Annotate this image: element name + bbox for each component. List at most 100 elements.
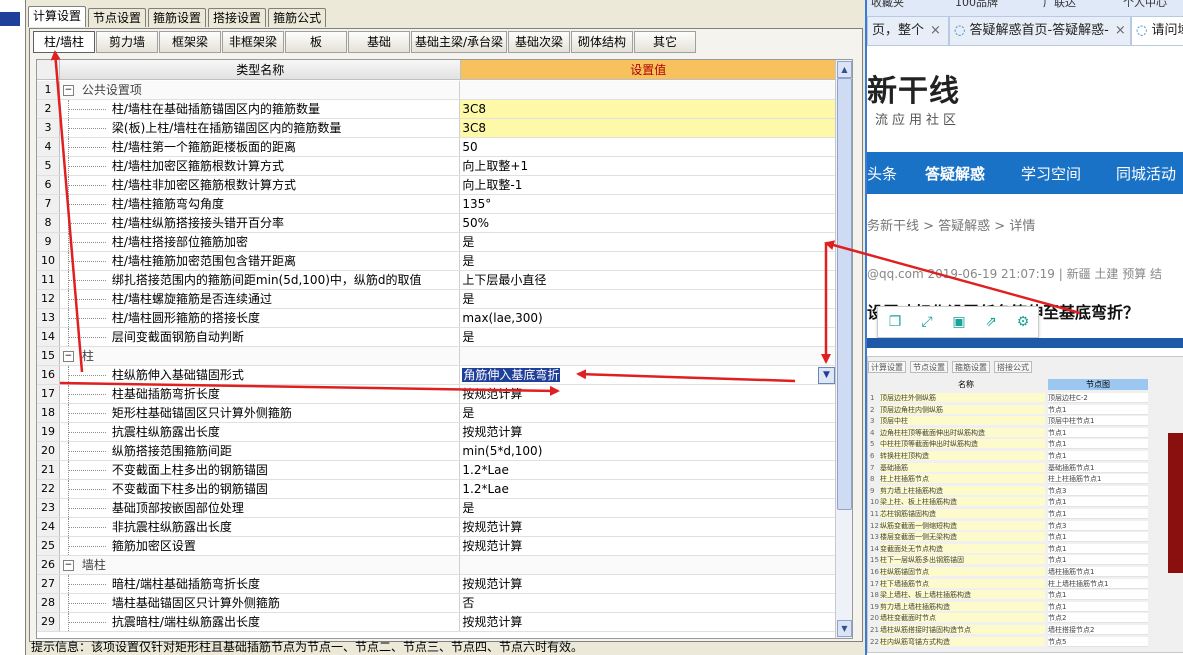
setting-value-cell[interactable]: 按规范计算 [460,423,835,441]
table-row[interactable]: 29 抗震暗柱/端柱纵筋露出长度 按规范计算 [37,613,835,632]
nav-item[interactable]: 头条 [867,163,897,184]
top-tab[interactable]: 节点设置 [88,8,147,27]
top-tab[interactable]: 搭接设置 [208,8,267,27]
bookmark-item[interactable]: 个人中心 [1123,0,1167,10]
collapse-icon[interactable]: − [62,351,74,362]
table-row[interactable]: 25 箍筋加密区设置 按规范计算 [37,537,835,556]
table-row[interactable]: 13 柱/墙柱圆形箍筋的搭接长度 max(lae,300) [37,309,835,328]
grid-scrollbar[interactable]: ▲ ▼ [835,60,852,638]
share-icon[interactable]: ⇗ [982,313,1000,331]
browser-tab-active[interactable]: ◌ 请问域 [1131,16,1183,46]
copy-icon[interactable]: ❐ [886,313,904,331]
setting-value-cell[interactable]: 向上取整-1 [460,176,835,194]
setting-value-cell[interactable]: 角筋伸入基底弯折 ▼ [460,366,835,384]
table-row[interactable]: 8 柱/墙柱纵筋搭接接头错开百分率 50% [37,214,835,233]
sub-tab[interactable]: 基础主梁/承台梁 [411,31,507,53]
table-row[interactable]: 9 柱/墙柱搭接部位箍筋加密 是 [37,233,835,252]
nav-item[interactable]: 学习空间 [1021,163,1081,184]
sub-tab[interactable]: 柱/墙柱 [33,31,95,53]
sub-tab[interactable]: 框架梁 [159,31,221,53]
setting-value-cell[interactable]: 50 [460,138,835,156]
setting-value-cell[interactable]: 否 [460,594,835,612]
scroll-down-icon[interactable]: ▼ [837,620,852,637]
bookmark-item[interactable]: 收藏夹 [871,0,904,10]
setting-value-cell[interactable]: 3C8 [460,100,835,118]
table-row[interactable]: 21 不变截面上柱多出的钢筋锚固 1.2*Lae [37,461,835,480]
collapse-icon[interactable]: − [62,85,74,96]
bookmark-item[interactable]: 100品牌 [955,0,998,10]
table-row[interactable]: 12 柱/墙柱螺旋箍筋是否连续通过 是 [37,290,835,309]
group-row[interactable]: 15− 柱 [37,347,835,366]
setting-value-cell[interactable]: 按规范计算 [460,385,835,403]
table-row[interactable]: 23 基础顶部按嵌固部位处理 是 [37,499,835,518]
table-row[interactable]: 18 矩形柱基础锚固区只计算外侧箍筋 是 [37,404,835,423]
table-row[interactable]: 28 墙柱基础锚固区只计算外侧箍筋 否 [37,594,835,613]
setting-value-cell[interactable]: 按规范计算 [460,613,835,631]
setting-value-cell[interactable]: 上下层最小直径 [460,271,835,289]
table-row[interactable]: 3 梁(板)上柱/墙柱在插筋锚固区内的箍筋数量 3C8 [37,119,835,138]
table-row[interactable]: 17 柱基础插筋弯折长度 按规范计算 [37,385,835,404]
sub-tab[interactable]: 砌体结构 [571,31,633,53]
close-icon[interactable]: × [1115,23,1126,38]
setting-value-cell[interactable]: 50% [460,214,835,232]
save-icon[interactable]: ▣ [950,313,968,331]
setting-value-cell[interactable]: 是 [460,328,835,346]
setting-value-cell[interactable]: 1.2*Lae [460,480,835,498]
table-row[interactable]: 22 不变截面下柱多出的钢筋锚固 1.2*Lae [37,480,835,499]
setting-value-cell[interactable]: 是 [460,499,835,517]
scroll-up-icon[interactable]: ▲ [837,61,852,78]
tree-selection[interactable] [0,12,20,26]
browser-tab[interactable]: ◌ 答疑解惑首页-答疑解惑- × [949,16,1131,46]
sub-tab[interactable]: 非框架梁 [222,31,284,53]
setting-value-cell[interactable]: 向上取整+1 [460,157,835,175]
setting-value-cell[interactable]: 1.2*Lae [460,461,835,479]
sub-tab[interactable]: 板 [285,31,347,53]
browser-tab[interactable]: 页，整个 × [867,16,949,46]
setting-value-cell[interactable]: 3C8 [460,119,835,137]
setting-value-cell[interactable]: 按规范计算 [460,537,835,555]
table-row[interactable]: 10 柱/墙柱箍筋加密范围包含错开距离 是 [37,252,835,271]
setting-value-cell[interactable]: 是 [460,404,835,422]
table-row[interactable]: 2 柱/墙柱在基础插筋锚固区内的箍筋数量 3C8 [37,100,835,119]
dropdown-arrow-icon[interactable]: ▼ [818,367,835,384]
settings-icon[interactable]: ⚙ [1014,313,1032,331]
table-row[interactable]: 20 纵筋搭接范围箍筋间距 min(5*d,100) [37,442,835,461]
top-tab[interactable]: 计算设置 [28,6,87,27]
table-row[interactable]: 19 抗震柱纵筋露出长度 按规范计算 [37,423,835,442]
sub-tab[interactable]: 剪力墙 [96,31,158,53]
sub-tab[interactable]: 基础 [348,31,410,53]
group-row[interactable]: 1− 公共设置项 [37,81,835,100]
sub-tab[interactable]: 其它 [634,31,696,53]
setting-value-cell[interactable]: 按规范计算 [460,518,835,536]
table-row[interactable]: 4 柱/墙柱第一个箍筋距楼板面的距离 50 [37,138,835,157]
scroll-thumb[interactable] [837,78,852,510]
close-icon[interactable]: × [930,23,941,38]
setting-value-cell[interactable]: 135° [460,195,835,213]
table-row[interactable]: 11 绑扎搭接范围内的箍筋间距min(5d,100)中，纵筋d的取值 上下层最小直径 [37,271,835,290]
setting-value-cell[interactable]: 是 [460,290,835,308]
table-row[interactable]: 27 暗柱/端柱基础插筋弯折长度 按规范计算 [37,575,835,594]
bookmark-item[interactable]: 广联达 [1043,0,1076,10]
table-row[interactable]: 5 柱/墙柱加密区箍筋根数计算方式 向上取整+1 [37,157,835,176]
collapse-icon[interactable]: − [62,560,74,571]
nav-item-current[interactable]: 答疑解惑 [925,163,985,184]
sub-tab[interactable]: 基础次梁 [508,31,570,53]
setting-value-cell[interactable]: 是 [460,233,835,251]
breadcrumb[interactable]: 务新干线 > 答疑解惑 > 详情 [867,215,1035,234]
top-tab[interactable]: 箍筋公式 [268,8,327,27]
setting-value-cell[interactable]: min(5*d,100) [460,442,835,460]
nav-item[interactable]: 同城活动 [1116,163,1176,184]
table-row[interactable]: 6 柱/墙柱非加密区箍筋根数计算方式 向上取整-1 [37,176,835,195]
table-row[interactable]: 14 层间变截面钢筋自动判断 是 [37,328,835,347]
expand-icon[interactable]: ⤢ [918,313,936,331]
attached-screenshot[interactable]: 计算设置 节点设置 箍筋设置 搭接公式 名称 节点图 1 顶层边柱外侧纵筋 顶层边柱C-2… [867,356,1183,653]
table-row[interactable]: 16 柱纵筋伸入基础锚固形式 角筋伸入基底弯折 ▼ [37,366,835,385]
table-row[interactable]: 24 非抗震柱纵筋露出长度 按规范计算 [37,518,835,537]
site-logo[interactable]: 新干线 [867,66,960,110]
setting-value-cell[interactable]: 是 [460,252,835,270]
setting-value-cell[interactable]: 按规范计算 [460,575,835,593]
top-tab[interactable]: 箍筋设置 [148,8,207,27]
setting-value-cell[interactable]: max(lae,300) [460,309,835,327]
group-row[interactable]: 26− 墙柱 [37,556,835,575]
table-row[interactable]: 7 柱/墙柱箍筋弯勾角度 135° [37,195,835,214]
